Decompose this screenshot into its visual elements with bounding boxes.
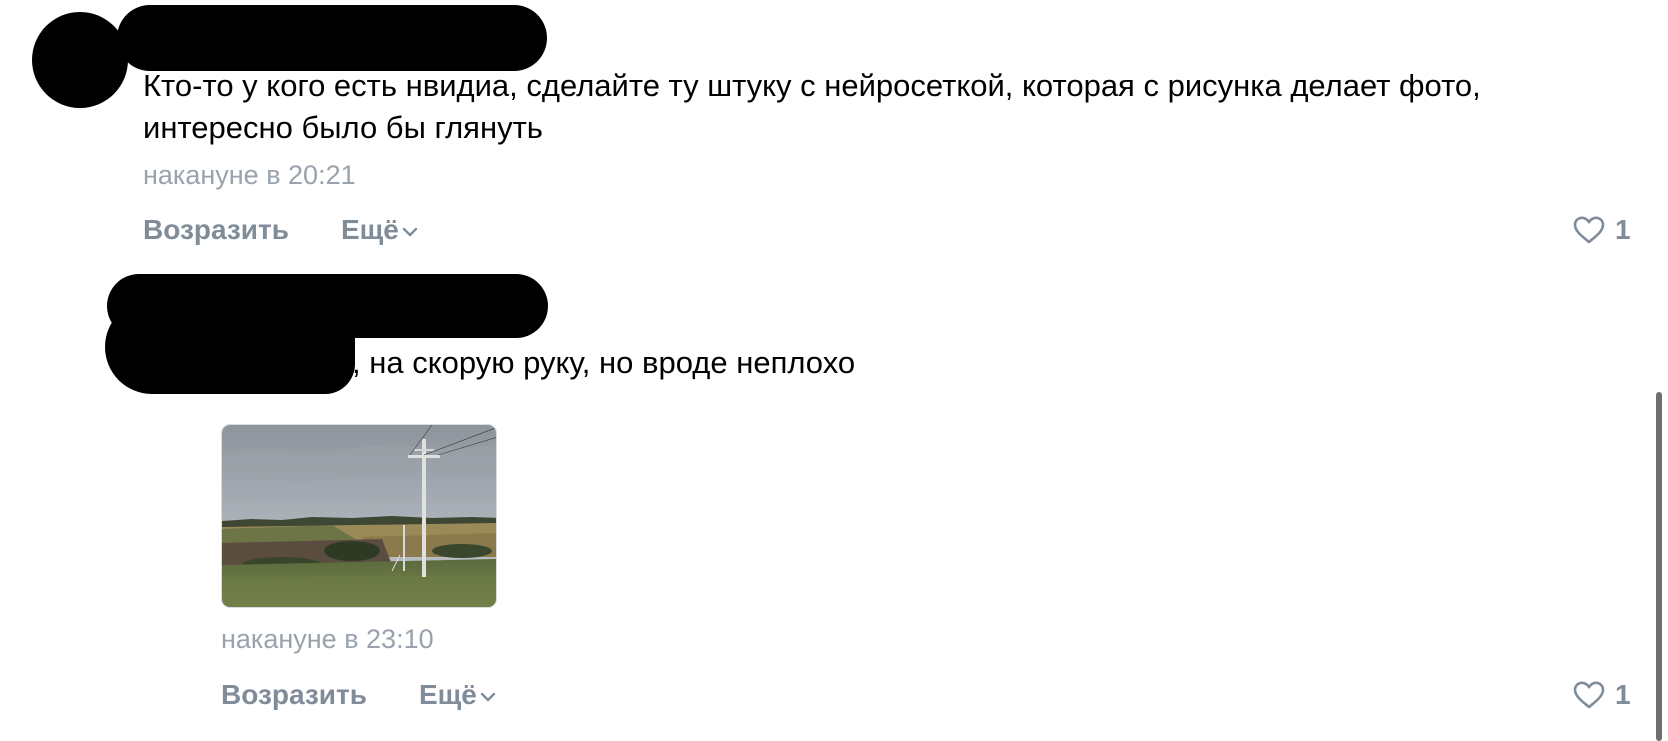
landscape-photo [222, 425, 496, 607]
heart-icon [1573, 216, 1605, 244]
chevron-down-icon [480, 692, 496, 702]
more-menu-label: Ещё [341, 214, 399, 245]
chevron-down-icon [402, 227, 418, 237]
comment-text: , на скорую руку, но вроде неплохо [352, 345, 856, 380]
comment-timestamp[interactable]: накануне в 20:21 [143, 159, 356, 191]
author-name-redacted[interactable] [117, 5, 547, 71]
heart-icon [1573, 681, 1605, 709]
attached-photo[interactable] [221, 424, 497, 608]
comment-1: Кто-то у кого есть нвидиа, сделайте ту ш… [0, 0, 1650, 250]
like-button[interactable]: 1 [1572, 678, 1631, 712]
scrollbar-thumb[interactable] [1656, 392, 1662, 741]
like-button[interactable]: 1 [1572, 213, 1631, 247]
more-menu-button[interactable]: Ещё [341, 213, 418, 247]
reply-mention-redacted[interactable] [105, 300, 355, 394]
avatar[interactable] [32, 12, 128, 108]
like-count: 1 [1615, 214, 1631, 245]
comment-text-line-2: интересно было бы глянуть [143, 110, 543, 145]
reply-button[interactable]: Возразить [221, 678, 367, 712]
more-menu-label: Ещё [419, 679, 477, 710]
more-menu-button[interactable]: Ещё [419, 678, 496, 712]
like-count: 1 [1615, 679, 1631, 710]
comments-thread: Кто-то у кого есть нвидиа, сделайте ту ш… [0, 0, 1668, 741]
reply-button[interactable]: Возразить [143, 213, 289, 247]
comment-text-line-1: Кто-то у кого есть нвидиа, сделайте ту ш… [143, 68, 1481, 103]
comment-timestamp[interactable]: накануне в 23:10 [221, 623, 434, 655]
